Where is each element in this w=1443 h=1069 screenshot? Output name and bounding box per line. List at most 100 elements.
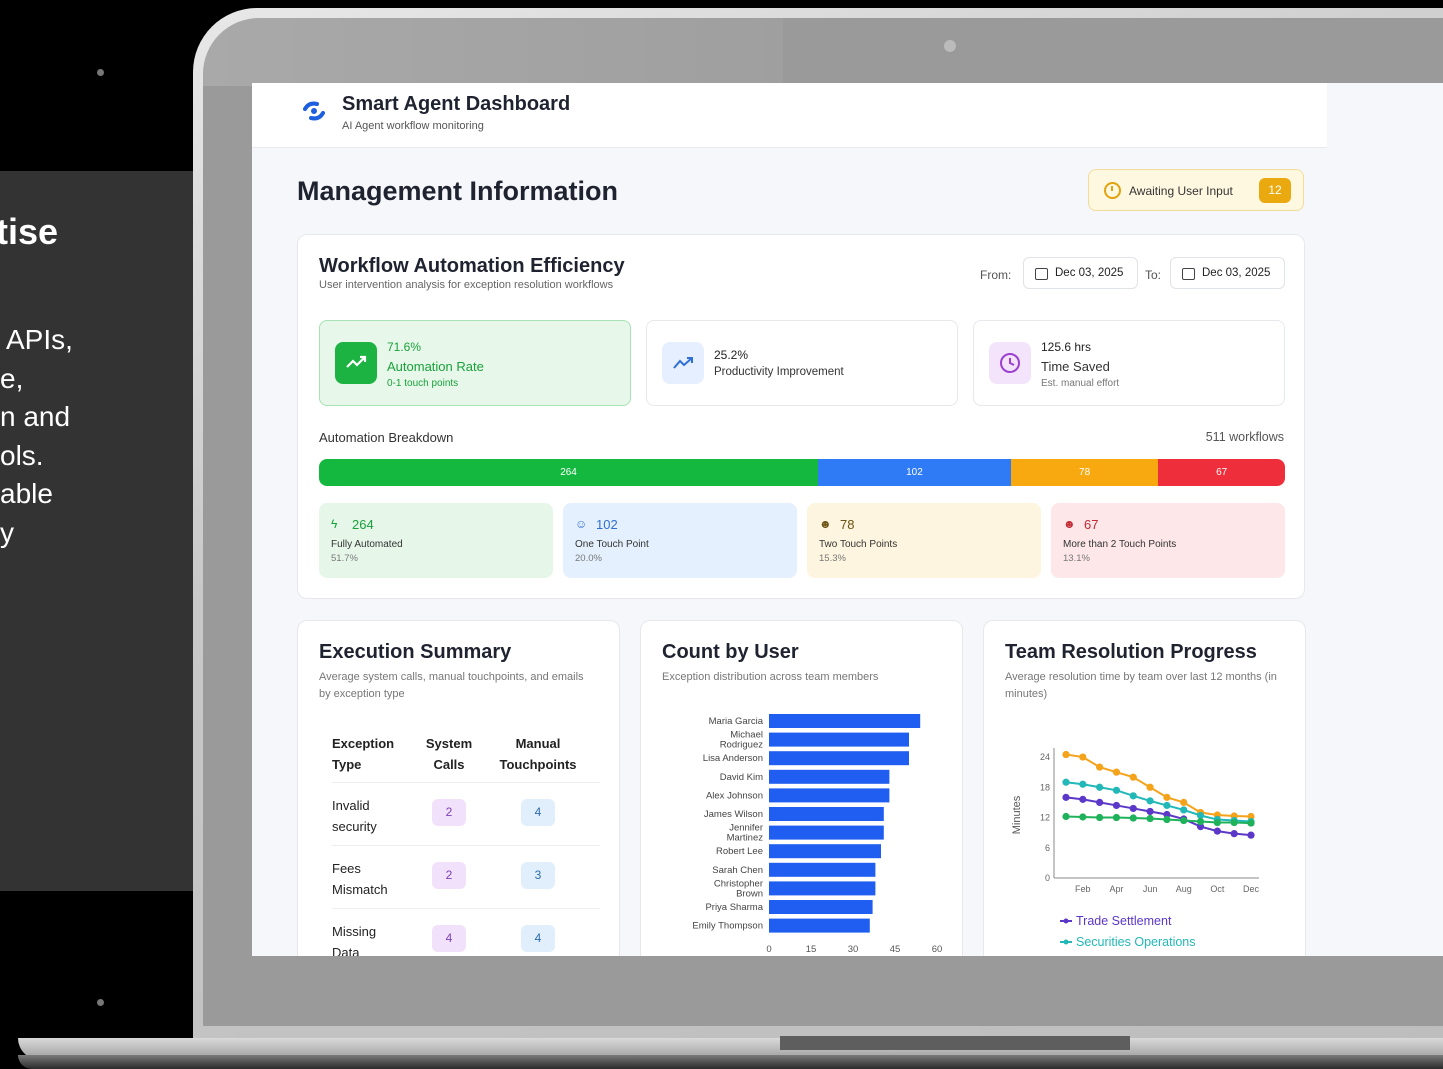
breakdown-segment-label: 264 <box>560 467 577 478</box>
y-tick-label: 18 <box>1040 782 1050 792</box>
series-point <box>1129 804 1137 813</box>
kpi-label: Time Saved <box>1041 359 1110 374</box>
clock-icon <box>989 342 1031 384</box>
x-tick-label: Aug <box>1176 884 1192 894</box>
series-point <box>1230 818 1238 827</box>
series-point <box>1180 816 1188 825</box>
breakdown-segment: 102 <box>818 459 1011 486</box>
team-progress-subtitle: Average resolution time by team over las… <box>1005 671 1277 700</box>
workflow-efficiency-card: Workflow Automation Efficiency User inte… <box>297 234 1305 599</box>
tile-count: 264 <box>352 517 374 532</box>
exception-type: Missing Data <box>332 924 377 956</box>
x-tick-label: Apr <box>1109 884 1123 894</box>
top-bar: Smart Agent Dashboard AI Agent workflow … <box>252 83 1327 148</box>
y-tick-label: 0 <box>1045 873 1050 883</box>
system-calls-value: 4 <box>432 925 466 952</box>
workflow-subtitle: User intervention analysis for exception… <box>319 279 614 291</box>
y-tick-label: 24 <box>1040 752 1050 762</box>
app-logo-icon <box>303 101 325 121</box>
kpi-label: Automation Rate <box>387 359 484 374</box>
x-tick-label: 45 <box>890 944 901 955</box>
series-point <box>1129 814 1137 822</box>
series-point <box>1112 768 1121 776</box>
tile-count: 67 <box>1084 517 1099 532</box>
camera-icon <box>944 40 956 52</box>
system-calls-value: 2 <box>432 862 466 889</box>
series-point <box>1230 830 1238 838</box>
series-point <box>1163 801 1171 810</box>
legend-marker <box>1063 918 1069 924</box>
y-tick-label: 12 <box>1040 813 1050 823</box>
kpi-sub: Est. manual effort <box>1041 378 1120 389</box>
series-point <box>1062 812 1070 821</box>
user-bar <box>769 881 876 896</box>
to-date-picker[interactable]: Dec 03, 2025 <box>1170 257 1285 289</box>
breakdown-segment-label: 78 <box>1079 467 1091 478</box>
x-tick-label: Dec <box>1243 884 1260 894</box>
legend-label: Trade Settlement <box>1076 914 1172 928</box>
awaiting-count-badge: 12 <box>1259 178 1291 203</box>
slide-line: able <box>0 478 53 509</box>
user-label: Martinez <box>727 833 764 844</box>
breakdown-segment-label: 67 <box>1216 467 1228 478</box>
series-point <box>1096 813 1104 822</box>
slide-line: e, <box>0 362 24 394</box>
x-tick-label: Feb <box>1075 884 1091 894</box>
awaiting-input-button[interactable]: Awaiting User Input 12 <box>1088 169 1304 211</box>
series-point <box>1146 797 1154 805</box>
series-point <box>1112 813 1121 822</box>
user-label: Maria Garcia <box>709 716 764 727</box>
legend-marker <box>1063 939 1069 945</box>
automation-breakdown-bar: 264 102 78 67 <box>319 459 1285 486</box>
user-bar <box>769 918 870 933</box>
user-label: David Kim <box>720 772 763 783</box>
user-label: Brown <box>736 888 763 899</box>
users-icon: ☻ <box>819 517 832 531</box>
team-progress-title: Team Resolution Progress <box>1005 641 1257 663</box>
table-row: Missing Data 4 4 <box>332 908 600 956</box>
count-by-user-title: Count by User <box>662 641 799 663</box>
kpi-value: 25.2% <box>714 348 749 362</box>
kpi-value: 71.6% <box>387 340 422 354</box>
series-point <box>1180 806 1188 814</box>
x-tick-label: 30 <box>848 944 859 955</box>
user-bar <box>769 900 873 914</box>
manual-touchpoints-value: 3 <box>521 862 555 889</box>
series-point <box>1096 763 1104 771</box>
series-point <box>1163 793 1171 801</box>
user-icon: ☺ <box>575 517 588 531</box>
workflow-title: Workflow Automation Efficiency <box>319 255 625 277</box>
manual-touchpoints-value: 4 <box>521 799 555 826</box>
user-bar <box>769 807 884 821</box>
series-point <box>1079 813 1087 821</box>
count-by-user-subtitle: Exception distribution across team membe… <box>662 671 879 683</box>
tile-percent: 51.7% <box>331 553 358 564</box>
kpi-automation-rate: 71.6% Automation Rate 0-1 touch points <box>319 320 631 406</box>
lightning-icon: ϟ <box>331 517 338 531</box>
tile-name: Fully Automated <box>331 539 403 550</box>
kpi-productivity: 25.2% Productivity Improvement <box>646 320 958 406</box>
clock-icon <box>1104 182 1121 199</box>
breakdown-total: 511 workflows <box>1205 430 1284 444</box>
from-date-picker[interactable]: Dec 03, 2025 <box>1023 257 1138 289</box>
series-point <box>1062 750 1070 759</box>
series-point <box>1146 807 1154 816</box>
series-point <box>1062 778 1070 786</box>
kpi-sub: 0-1 touch points <box>387 378 459 389</box>
user-bar <box>769 769 890 784</box>
table-row: Fees Mismatch 2 3 <box>332 845 600 909</box>
column-header: Exception Type <box>332 736 395 772</box>
awaiting-label: Awaiting User Input <box>1129 184 1233 198</box>
series-point <box>1096 783 1104 791</box>
execution-subtitle: Average system calls, manual touchpoints… <box>319 671 584 700</box>
user-bar <box>769 714 921 728</box>
manual-touchpoints-value: 4 <box>521 925 555 952</box>
tile-percent: 20.0% <box>575 553 602 564</box>
series-point <box>1096 798 1104 806</box>
series-point <box>1163 815 1171 824</box>
tile-one-touch: ☺ 102 One Touch Point 20.0% <box>563 503 797 578</box>
users-x-icon: ☻ <box>1063 517 1076 531</box>
breakdown-segment: 78 <box>1010 459 1159 486</box>
tile-name: More than 2 Touch Points <box>1063 539 1177 550</box>
tile-fully-automated: ϟ 264 Fully Automated 51.7% <box>319 503 553 578</box>
